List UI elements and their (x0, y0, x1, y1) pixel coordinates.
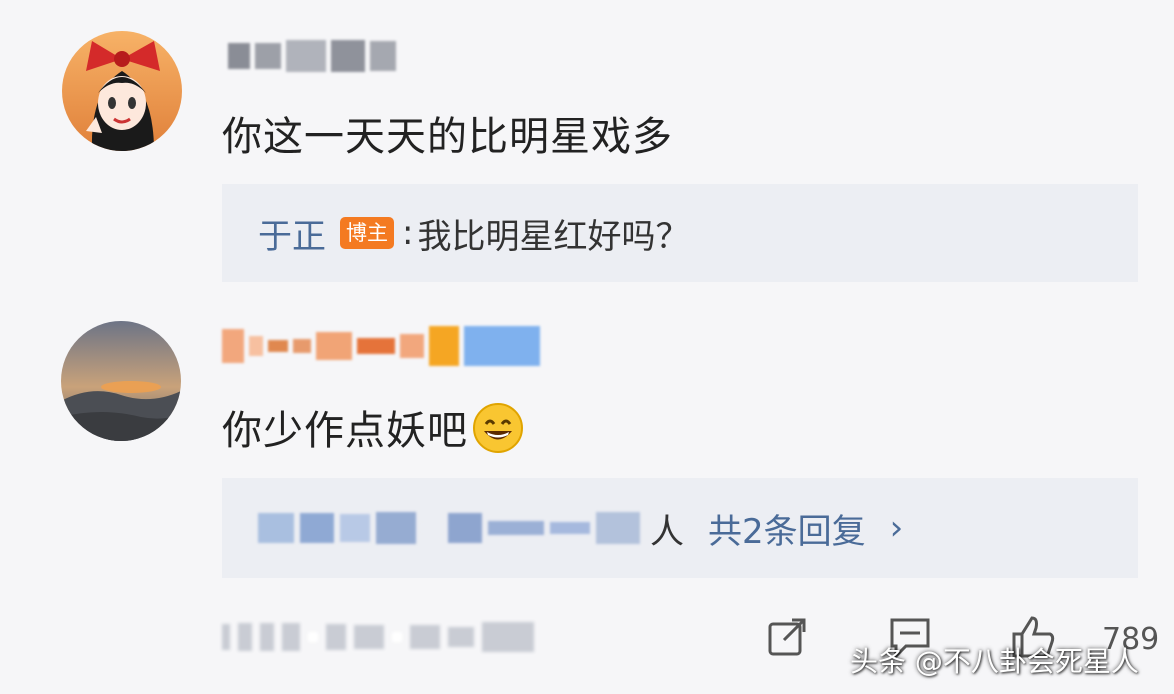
replier-names-obscured (258, 512, 640, 544)
username-obscured[interactable] (222, 324, 540, 368)
reply-preview[interactable]: 于正 博主 : 我比明星红好吗？ (222, 184, 1138, 282)
timestamp-location-obscured (222, 622, 534, 652)
watermark: 头条 @不八卦会死星人 (850, 645, 1139, 678)
avatar[interactable] (62, 31, 182, 151)
reply-text: 我比明星红好吗？ (417, 216, 690, 257)
view-replies-link[interactable]: 共2条回复 (708, 504, 866, 553)
reply-line: 于正 博主 : 我比明星红好吗？ (258, 184, 689, 282)
reply-separator: : (402, 213, 414, 253)
reply-author[interactable]: 于正 (258, 209, 326, 258)
chevron-right-icon[interactable]: › (890, 508, 904, 548)
replies-summary-row: 人 共2条回复 › (258, 478, 903, 578)
anime-girl-red-bow-avatar-icon (62, 31, 182, 151)
avatar[interactable] (61, 321, 181, 441)
sunset-mountain-avatar-icon (61, 321, 181, 441)
grinning-face-icon (472, 402, 524, 464)
replies-summary[interactable]: 人 共2条回复 › (222, 478, 1138, 578)
comment-body: 你少作点妖吧 (222, 408, 468, 454)
username-obscured[interactable] (228, 38, 396, 74)
comment-text: 你这一天天的比明星戏多 (222, 114, 673, 160)
comment-text: 你少作点妖吧 (222, 398, 524, 464)
blogger-badge: 博主 (340, 217, 394, 249)
replies-suffix: 人 (650, 511, 684, 552)
share-icon[interactable] (764, 614, 810, 664)
